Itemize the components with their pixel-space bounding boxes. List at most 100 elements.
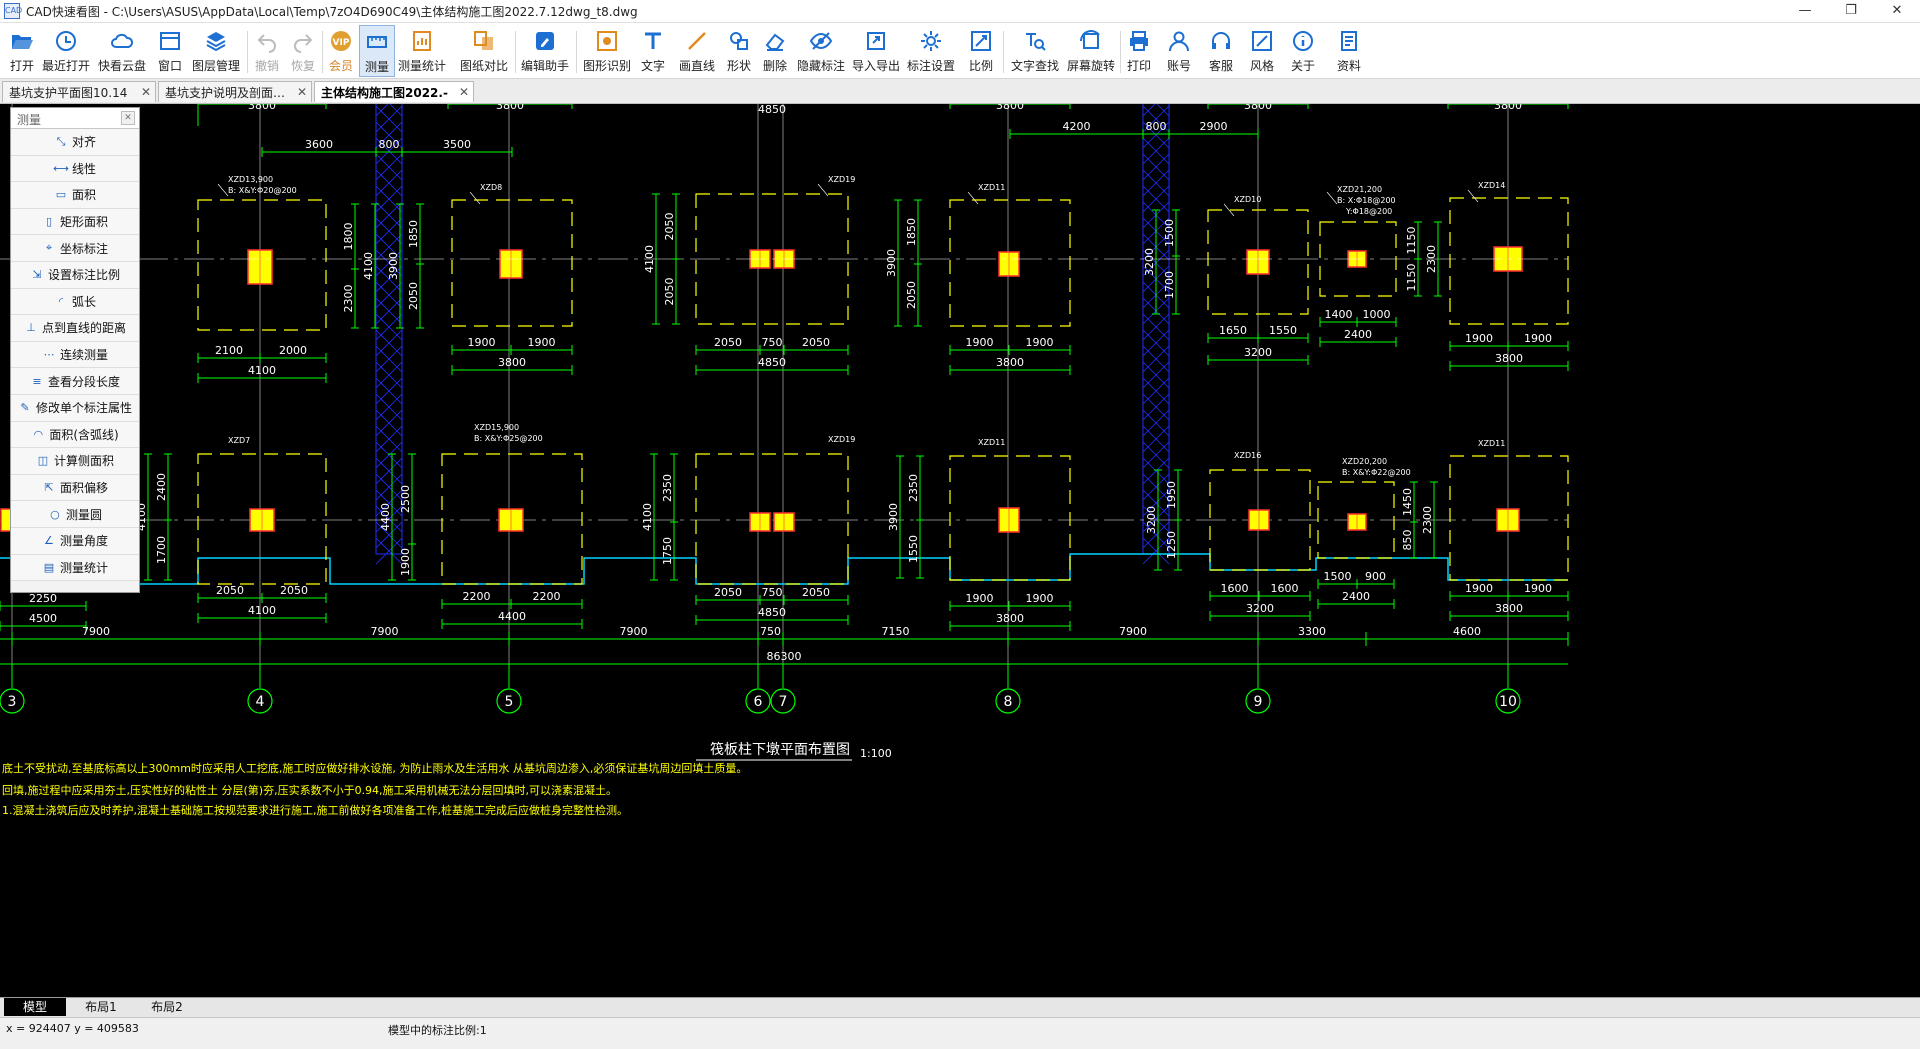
toolbar-button-import-export[interactable]: 导入导出 [849,25,903,77]
dim-text: 1900 [1026,336,1054,349]
measure-item-linear-measure[interactable]: ⟷ 线性 [11,155,139,183]
leader-line [217,183,229,197]
pile-label: XZD10 [1234,195,1261,204]
minimize-button[interactable]: — [1782,0,1828,22]
vip-icon: VIP [328,28,354,54]
segment-length-icon: ≡ [32,374,42,388]
close-window-button[interactable]: ✕ [1874,0,1920,22]
measure-item-edit-annotation[interactable]: ✎ 修改单个标注属性 [11,394,139,422]
toolbar-button-window[interactable]: 窗口 [153,25,187,77]
measure-item-arc-length[interactable]: ◜ 弧长 [11,288,139,316]
toolbar-button-redo[interactable]: 恢复 [286,25,320,77]
measure-item-arc-area[interactable]: ◠ 面积(含弧线) [11,421,139,449]
axis-label: 6 [754,694,763,710]
pile-label: XZD11 [1478,439,1505,448]
toolbar-button-headset[interactable]: 客服 [1204,25,1238,77]
eye-hide-icon [808,28,834,54]
toolbar-button-clock[interactable]: 最近打开 [39,25,93,77]
measure-item-circle-measure[interactable]: ○ 测量圆 [11,501,139,528]
close-icon[interactable]: ✕ [455,85,469,99]
close-icon[interactable]: ✕ [121,111,135,125]
toolbar-button-cloud[interactable]: 快看云盘 [95,25,149,77]
toolbar-button-vip[interactable]: VIP 会员 [324,25,358,77]
dim-text: 1700 [155,536,168,564]
dim-text: 2900 [1200,120,1228,133]
dim-text: 4850 [758,104,786,116]
toolbar-button-annotation-settings[interactable]: 标注设置 [904,25,958,77]
measure-item-continuous-measure[interactable]: ⋯ 连续测量 [11,341,139,369]
toolbar-button-edit-assistant[interactable]: 编辑助手 [518,25,572,77]
toolbar-button-folder-open[interactable]: 打开 [5,25,39,77]
toolbar-button-text[interactable]: 文字 [636,25,670,77]
toolbar-button-eraser[interactable]: 删除 [758,25,792,77]
toolbar-button-text-search[interactable]: 文字查找 [1008,25,1062,77]
side-area-icon: ◫ [37,454,49,468]
toolbar-button-info[interactable]: 关于 [1286,25,1320,77]
tab-document-2[interactable]: 基坑支护说明及剖面… ✕ [158,81,312,102]
toolbar-button-shape-recognize[interactable]: 图形识别 [580,25,634,77]
eraser-icon [762,28,788,54]
tab-document-1[interactable]: 基坑支护平面图10.14 ✕ [2,81,156,102]
cad-drawing-canvas[interactable]: 3800195018503800485020507502050380038003… [0,104,1920,996]
dim-text: 2300 [1425,245,1438,273]
axis-label: 3 [8,694,17,710]
toolbar-button-printer[interactable]: 打印 [1122,25,1156,77]
close-icon[interactable]: ✕ [293,85,307,99]
leader-line [1326,191,1338,205]
measure-item-label: 修改单个标注属性 [35,401,132,416]
dim-text: 3800 [1494,104,1522,112]
measure-item-stats[interactable]: ▤ 测量统计 [11,554,139,582]
measure-item-side-area[interactable]: ◫ 计算侧面积 [11,448,139,475]
toolbar-separator [246,31,248,73]
toolbar-button-shape[interactable]: 形状 [722,25,756,77]
toolbar-button-measure-stats[interactable]: 测量统计 [395,25,449,77]
dim-text: 4100 [362,252,375,280]
measure-item-area[interactable]: ▭ 面积 [11,182,139,209]
measure-item-align-measure[interactable]: ⤡ 对齐 [11,129,139,156]
dim-text: 1900 [966,336,994,349]
toolbar-button-style[interactable]: 风格 [1245,25,1279,77]
toolbar-button-eye-hide[interactable]: 隐藏标注 [794,25,848,77]
measure-panel-header: 测量 ✕ [11,108,139,129]
measure-item-area-offset[interactable]: ⇱ 面积偏移 [11,474,139,502]
measure-item-point-line-distance[interactable]: ⊥ 点到直线的距离 [11,315,139,342]
app-logo-icon: CAD [4,3,22,19]
folder-open-icon [9,28,35,54]
dim-text: 3200 [1145,506,1158,534]
measure-item-annotation-scale[interactable]: ⇲ 设置标注比例 [11,261,139,289]
toolbar-button-label: 形状 [726,59,751,73]
measure-item-segment-length[interactable]: ≡ 查看分段长度 [11,368,139,395]
dim-text: 2100 [215,344,243,357]
dim-text: 1500 [1163,219,1176,247]
toolbar-button-scale[interactable]: 比例 [964,25,998,77]
close-icon[interactable]: ✕ [137,85,151,99]
measure-item-rect-area[interactable]: ▯ 矩形面积 [11,208,139,236]
dim-text: 3900 [887,503,900,531]
measure-item-coordinate[interactable]: ⌖ 坐标标注 [11,235,139,262]
import-export-icon [863,28,889,54]
toolbar-button-undo[interactable]: 撤销 [250,25,284,77]
text-search-icon [1022,28,1048,54]
toolbar-button-layers[interactable]: 图层管理 [189,25,243,77]
toolbar-button-rotate-screen[interactable]: 屏幕旋转 [1064,25,1118,77]
measure-item-angle[interactable]: ∠ 测量角度 [11,527,139,555]
toolbar-button-document[interactable]: 资料 [1332,25,1366,77]
toolbar-button-user[interactable]: 账号 [1162,25,1196,77]
restore-button[interactable]: ❐ [1828,0,1874,22]
measure-item-label: 对齐 [71,135,96,150]
clock-icon [53,28,79,54]
dim-text: 1250 [1165,531,1178,559]
dim-text: 2050 [802,336,830,349]
dim-text: 4100 [248,604,276,617]
tab-document-3[interactable]: 主体结构施工图2022.- ✕ [314,81,474,102]
toolbar-button-measure[interactable]: 测量 [359,25,395,77]
toolbar-button-label: 隐藏标注 [796,59,845,73]
dim-text: 2050 [216,584,244,597]
toolbar-button-label: 客服 [1208,59,1233,73]
tab-layout-2[interactable]: 布局2 [136,998,198,1016]
toolbar-button-line[interactable]: 画直线 [675,25,719,77]
layers-icon [203,28,229,54]
toolbar-button-compare[interactable]: 图纸对比 [457,25,511,77]
tab-model[interactable]: 模型 [4,998,66,1016]
tab-layout-1[interactable]: 布局1 [70,998,132,1016]
